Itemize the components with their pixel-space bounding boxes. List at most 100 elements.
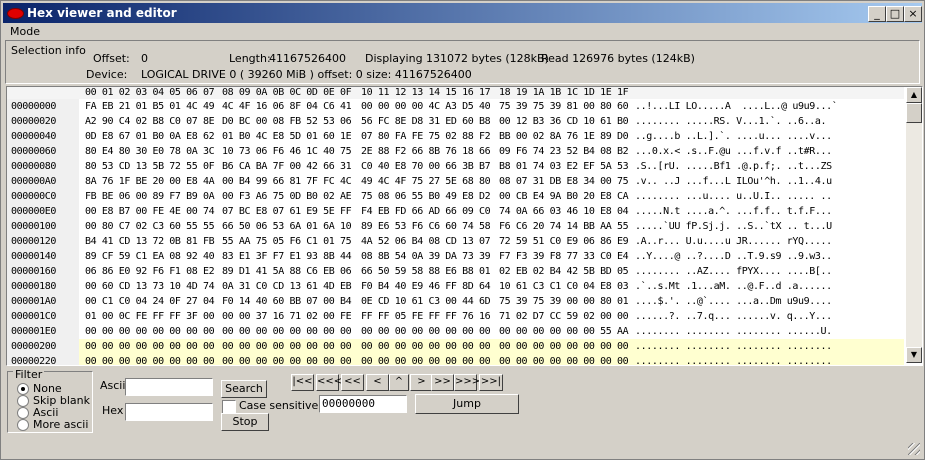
minimize-button[interactable]: _ — [868, 6, 886, 22]
hex-bytes-group[interactable]: 07 80 FA FE 75 02 88 F2 — [361, 129, 491, 145]
hex-bytes-group[interactable]: F4 EB FD 66 AD 66 09 C0 — [361, 204, 491, 220]
maximize-button[interactable]: □ — [886, 6, 904, 22]
nav-next-button[interactable]: > — [410, 374, 433, 391]
hex-bytes-group[interactable]: 74 0A 66 03 46 10 E8 04 — [499, 204, 629, 220]
hex-bytes-group[interactable]: BB 00 02 8A 76 1E 89 D0 — [499, 129, 629, 145]
row-ascii[interactable]: .`..s.Mt .1...aM. ..@.F..d .a...... — [635, 279, 832, 295]
table-row[interactable]: 00000040 0D E8 67 01 B0 0A E8 62 01 B0 4C … — [7, 129, 904, 145]
hex-bytes-group[interactable]: 2E 88 F2 66 8B 76 18 66 — [361, 144, 491, 160]
hex-bytes-group[interactable]: FB BE 06 00 89 F7 B9 0A — [85, 189, 215, 205]
hex-bytes-group[interactable]: 01 B0 4C E8 5D 01 60 1E — [222, 129, 352, 145]
hex-bytes-group[interactable]: 00 12 B3 36 CD 10 61 B0 — [499, 114, 629, 130]
hex-bytes-group[interactable]: FF FF 05 FE FF FF 76 16 — [361, 309, 491, 325]
nav-next-block-button[interactable]: >> — [431, 374, 454, 391]
hex-bytes-group[interactable]: A2 90 C4 02 B8 C0 07 8E — [85, 114, 215, 130]
row-ascii[interactable]: .v.. ..J ...f...L ILOu'^h. ..1..4.u — [635, 174, 832, 190]
hex-bytes-group[interactable]: 08 07 31 DB E8 34 00 75 — [499, 174, 629, 190]
table-row[interactable]: 00000080 80 53 CD 13 5B 72 55 0F B6 CA BA … — [7, 159, 904, 175]
hex-bytes-group[interactable]: 00 B4 99 66 81 7F FC 4C — [222, 174, 352, 190]
hex-bytes-group[interactable]: F6 C6 20 74 14 BB AA 55 — [499, 219, 629, 235]
hex-search-input[interactable] — [125, 403, 213, 421]
hex-bytes-group[interactable]: 71 02 D7 CC 59 02 00 00 — [499, 309, 629, 325]
hex-bytes-group[interactable]: 89 D1 41 5A 88 C6 EB 06 — [222, 264, 352, 280]
filter-ascii-radio[interactable] — [17, 407, 29, 419]
hex-bytes-group[interactable]: 00 00 00 00 00 00 00 00 — [499, 354, 629, 365]
menu-mode[interactable]: Mode — [5, 25, 45, 38]
row-ascii[interactable]: ..g....b ..L.].`. ....u... ....v... — [635, 129, 832, 145]
hex-bytes-group[interactable]: 00 00 37 16 71 02 00 FE — [222, 309, 352, 325]
hex-bytes-group[interactable]: 02 EB 02 B4 42 5B BD 05 — [499, 264, 629, 280]
hex-bytes-group[interactable]: 72 59 51 C0 E9 06 86 E9 — [499, 234, 629, 250]
row-ascii[interactable]: ....$.'. ..@`.... ...a..Dm u9u9.... — [635, 294, 832, 310]
hex-bytes-group[interactable]: 66 50 59 58 88 E6 B8 01 — [361, 264, 491, 280]
row-ascii[interactable]: ........ ........ ........ ........ — [635, 354, 832, 365]
hex-bytes-group[interactable]: 83 E1 3F F7 E1 93 8B 44 — [222, 249, 352, 265]
row-ascii[interactable]: ........ ..AZ.... fPYX.... ....B[.. — [635, 264, 832, 280]
row-ascii[interactable]: .A..r... U.u....u JR...... rYQ..... — [635, 234, 832, 250]
nav-prev-page-button[interactable]: <<< — [316, 374, 342, 391]
hex-bytes-group[interactable]: 07 BC E8 07 61 E9 5E FF — [222, 204, 352, 220]
filter-none-radio[interactable] — [17, 383, 29, 395]
row-ascii[interactable]: ..Y....@ ..?....D ..T.9.s9 ..9.w3.. — [635, 249, 832, 265]
hex-bytes-group[interactable]: 00 00 00 00 00 00 00 00 — [85, 339, 215, 355]
table-row[interactable]: 00000220 00 00 00 00 00 00 00 00 00 00 00 … — [7, 354, 904, 365]
table-row[interactable]: 000001E0 00 00 00 00 00 00 00 00 00 00 00 … — [7, 324, 904, 340]
hex-bytes-group[interactable]: 00 CB E4 9A B0 20 E8 CA — [499, 189, 629, 205]
row-ascii[interactable]: ........ ...u.... u..U.I.. ..... .. — [635, 189, 832, 205]
hex-bytes-group[interactable]: 80 E4 80 30 E0 78 0A 3C — [85, 144, 215, 160]
hex-bytes-group[interactable]: 8A 76 1F BE 20 00 E8 4A — [85, 174, 215, 190]
stop-button[interactable]: Stop — [221, 413, 269, 431]
hex-bytes-group[interactable]: 10 73 06 F6 46 1C 40 75 — [222, 144, 352, 160]
hex-bytes-group[interactable]: 01 00 0C FE FF FF 3F 00 — [85, 309, 215, 325]
table-row[interactable]: 00000200 00 00 00 00 00 00 00 00 00 00 00 … — [7, 339, 904, 355]
hex-bytes-group[interactable]: 75 39 75 39 00 00 80 01 — [499, 294, 629, 310]
row-ascii[interactable]: .....N.t ....a.^. ...f.f.. t.f.F... — [635, 204, 832, 220]
hex-bytes-group[interactable]: C0 40 E8 70 00 66 3B B7 — [361, 159, 491, 175]
hex-bytes-group[interactable]: 00 00 00 00 4C A3 D5 40 — [361, 99, 491, 115]
table-row[interactable]: 00000120 B4 41 CD 13 72 0B 81 FB 55 AA 75 … — [7, 234, 904, 250]
filter-skip-blank-radio[interactable] — [17, 395, 29, 407]
scroll-down-icon[interactable]: ▼ — [906, 347, 922, 363]
hex-bytes-group[interactable]: 0E CD 10 61 C3 00 44 6D — [361, 294, 491, 310]
table-row[interactable]: 00000180 00 60 CD 13 73 10 4D 74 0A 31 C0 … — [7, 279, 904, 295]
scroll-thumb[interactable] — [906, 103, 922, 123]
hex-bytes-group[interactable]: 00 00 00 00 00 00 00 00 — [361, 324, 491, 340]
hex-bytes-group[interactable]: 49 4C 4F 75 27 5E 68 80 — [361, 174, 491, 190]
hex-bytes-group[interactable]: 0D E8 67 01 B0 0A E8 62 — [85, 129, 215, 145]
hex-bytes-group[interactable]: 00 00 00 00 00 00 00 00 — [85, 324, 215, 340]
hex-bytes-group[interactable]: 00 00 00 00 00 00 00 00 — [222, 354, 352, 365]
search-button[interactable]: Search — [221, 380, 267, 398]
table-row[interactable]: 00000020 A2 90 C4 02 B8 C0 07 8E D0 BC 00 … — [7, 114, 904, 130]
table-row[interactable]: 00000160 06 86 E0 92 F6 F1 08 E2 89 D1 41 … — [7, 264, 904, 280]
table-row[interactable]: 00000140 89 CF 59 C1 EA 08 92 40 83 E1 3F … — [7, 249, 904, 265]
hex-bytes-group[interactable]: B6 CA BA 7F 00 42 66 31 — [222, 159, 352, 175]
row-ascii[interactable]: ..!...LI LO.....A ....L..@ u9u9...` — [635, 99, 838, 115]
row-ascii[interactable]: ...0.x.< .s..F.@u ...f.v.f ..t#R... — [635, 144, 832, 160]
hex-bytes-group[interactable]: 10 61 C3 C1 C0 04 E8 03 — [499, 279, 629, 295]
hex-bytes-group[interactable]: 55 AA 75 05 F6 C1 01 75 — [222, 234, 352, 250]
hex-bytes-group[interactable]: 00 00 00 00 00 00 00 00 — [222, 339, 352, 355]
nav-up-button[interactable]: ^ — [389, 374, 409, 391]
hex-bytes-group[interactable]: FA EB 21 01 B5 01 4C 49 — [85, 99, 215, 115]
hex-bytes-group[interactable]: B4 41 CD 13 72 0B 81 FB — [85, 234, 215, 250]
hex-bytes-group[interactable]: 66 50 06 53 6A 01 6A 10 — [222, 219, 352, 235]
hex-bytes-group[interactable]: 00 00 00 00 00 00 00 00 — [361, 339, 491, 355]
hex-bytes-group[interactable]: 00 60 CD 13 73 10 4D 74 — [85, 279, 215, 295]
hex-bytes-group[interactable]: D0 BC 00 08 FB 52 53 06 — [222, 114, 352, 130]
close-button[interactable]: × — [904, 6, 922, 22]
row-ascii[interactable]: ........ ........ ........ ......U. — [635, 324, 832, 340]
hex-bytes-group[interactable]: 75 39 75 39 81 00 80 60 — [499, 99, 629, 115]
vertical-scrollbar[interactable]: ▲ ▼ — [906, 87, 922, 363]
hex-bytes-group[interactable]: 00 F3 A6 75 0D B0 02 AE — [222, 189, 352, 205]
row-ascii[interactable]: ........ ........ ........ ........ — [635, 339, 832, 355]
hex-bytes-group[interactable]: 09 F6 74 23 52 B4 08 B2 — [499, 144, 629, 160]
hex-bytes-group[interactable]: 89 CF 59 C1 EA 08 92 40 — [85, 249, 215, 265]
hex-bytes-group[interactable]: 00 00 00 00 00 00 00 00 — [499, 339, 629, 355]
hex-bytes-group[interactable]: 00 C1 C0 04 24 0F 27 04 — [85, 294, 215, 310]
resize-grip-icon[interactable] — [908, 443, 920, 455]
row-ascii[interactable]: .....`UU fP.Sj.j. ..S..`tX .. t...U — [635, 219, 832, 235]
ascii-search-input[interactable] — [125, 378, 213, 396]
table-row[interactable]: 00000000 FA EB 21 01 B5 01 4C 49 4C 4F 16 … — [7, 99, 904, 115]
hex-bytes-group[interactable]: 00 80 C7 02 C3 60 55 55 — [85, 219, 215, 235]
offset-jump-input[interactable]: 00000000 — [319, 395, 407, 413]
